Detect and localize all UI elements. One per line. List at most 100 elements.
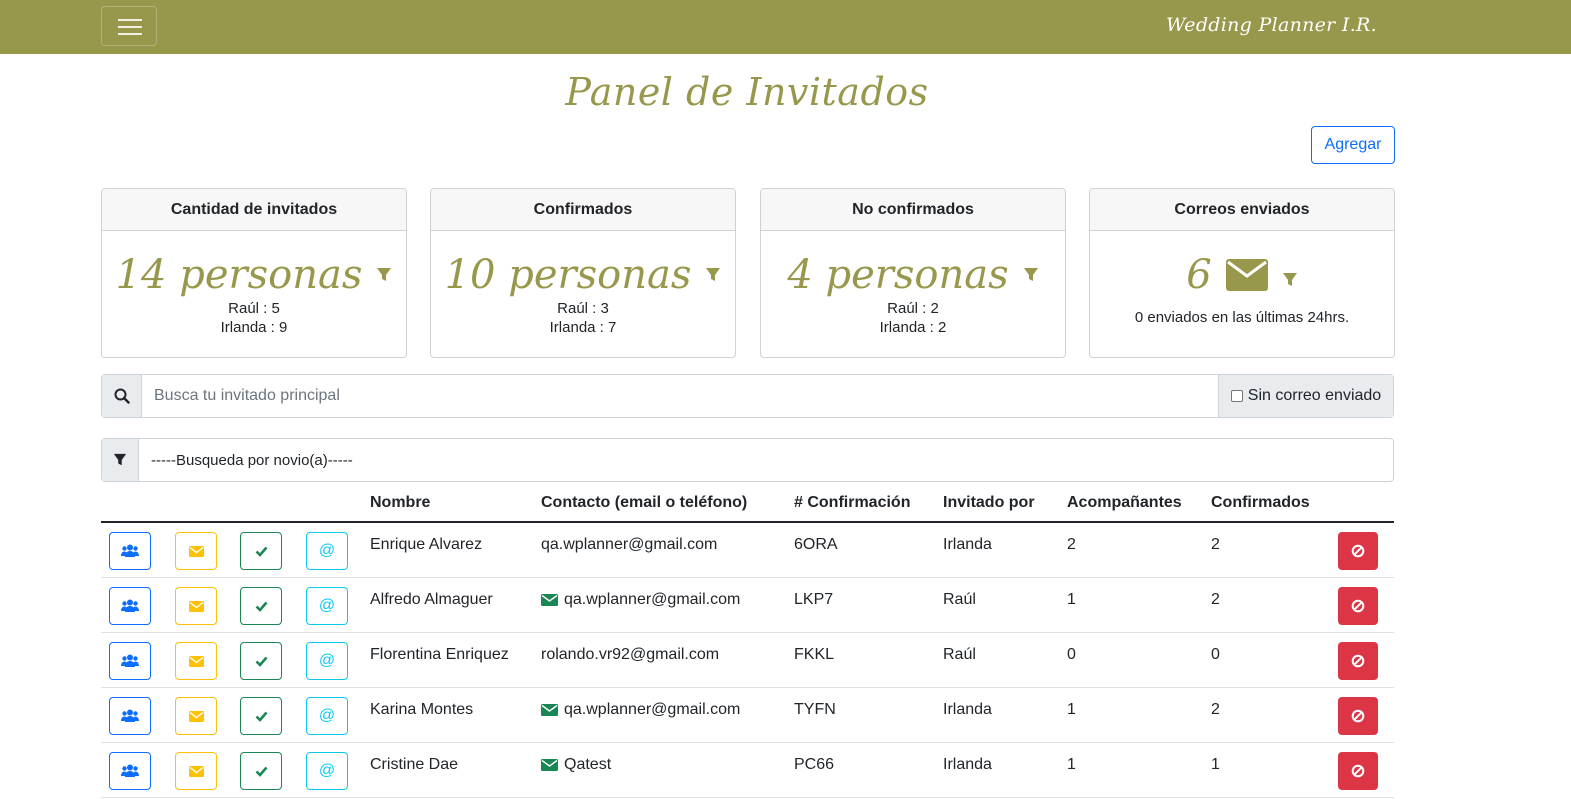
confirm-button[interactable] bbox=[240, 532, 282, 570]
card-emails-sent: Correos enviados 6 0 enviados en las últ… bbox=[1089, 188, 1395, 358]
companions-count: 1 bbox=[1067, 701, 1076, 718]
at-icon: @ bbox=[318, 542, 336, 559]
add-guest-button[interactable]: Agregar bbox=[1311, 126, 1395, 164]
send-invite-button[interactable] bbox=[175, 642, 217, 680]
check-icon bbox=[255, 546, 267, 557]
email-button[interactable]: @ bbox=[306, 697, 348, 735]
ban-icon bbox=[1351, 544, 1365, 558]
guest-name: Alfredo Almaguer bbox=[370, 591, 493, 608]
confirm-button[interactable] bbox=[240, 697, 282, 735]
confirmation-code: 6ORA bbox=[794, 536, 838, 553]
table-row: @ Florentina Enriquez rolando.vr92@gmail.c… bbox=[101, 633, 1394, 688]
confirmed-count: 0 bbox=[1211, 646, 1220, 663]
email-button[interactable]: @ bbox=[306, 752, 348, 790]
send-invite-button[interactable] bbox=[175, 752, 217, 790]
companions-button[interactable] bbox=[109, 752, 151, 790]
card-line: Raúl : 2 bbox=[887, 300, 939, 317]
card-header: No confirmados bbox=[761, 189, 1065, 231]
table-header: Nombre Contacto (email o teléfono) # Con… bbox=[101, 486, 1394, 523]
card-line: Raúl : 5 bbox=[228, 300, 280, 317]
ban-icon bbox=[1351, 709, 1365, 723]
guest-contact: qa.wplanner@gmail.com bbox=[541, 701, 740, 719]
table-row: @ Cristine Dae Qatest PC66 Irlanda 1 1 bbox=[101, 743, 1394, 798]
card-header: Confirmados bbox=[431, 189, 735, 231]
confirmation-code: FKKL bbox=[794, 646, 835, 663]
envelope-icon bbox=[188, 655, 204, 667]
delete-guest-button[interactable] bbox=[1338, 642, 1378, 680]
partner-select[interactable]: -----Busqueda por novio(a)----- bbox=[139, 439, 1393, 481]
card-value: 6 bbox=[1186, 252, 1212, 298]
card-header: Correos enviados bbox=[1090, 189, 1394, 231]
users-icon bbox=[121, 764, 139, 777]
menu-toggle-button[interactable] bbox=[101, 6, 157, 46]
email-sent-icon bbox=[541, 759, 558, 771]
card-line: Irlanda : 7 bbox=[549, 319, 617, 336]
guest-contact: qa.wplanner@gmail.com bbox=[541, 591, 740, 609]
no-email-label: Sin correo enviado bbox=[1247, 387, 1382, 404]
delete-guest-button[interactable] bbox=[1338, 697, 1378, 735]
column-header-confirmed: Confirmados bbox=[1211, 494, 1310, 511]
users-icon bbox=[121, 654, 139, 667]
invited-by: Irlanda bbox=[943, 756, 992, 773]
card-note: 0 enviados en las últimas 24hrs. bbox=[1134, 309, 1350, 326]
card-unconfirmed: No confirmados 4 personas Raúl : 2 Irlan… bbox=[760, 188, 1066, 358]
invited-by: Raúl bbox=[943, 646, 976, 663]
at-icon: @ bbox=[318, 652, 336, 669]
search-input[interactable] bbox=[154, 387, 1218, 405]
delete-guest-button[interactable] bbox=[1338, 587, 1378, 625]
card-value: 14 personas bbox=[115, 252, 363, 298]
no-email-checkbox[interactable] bbox=[1230, 390, 1243, 402]
email-button[interactable]: @ bbox=[306, 642, 348, 680]
send-invite-button[interactable] bbox=[175, 532, 217, 570]
email-button[interactable]: @ bbox=[306, 587, 348, 625]
confirmation-code: TYFN bbox=[794, 701, 836, 718]
filter-addon bbox=[102, 439, 139, 481]
filter-icon[interactable] bbox=[376, 267, 392, 283]
send-invite-button[interactable] bbox=[175, 697, 217, 735]
table-row: @ Enrique Alvarez qa.wplanner@gmail.com 6OR… bbox=[101, 523, 1394, 578]
column-header-name: Nombre bbox=[370, 494, 431, 511]
hamburger-icon bbox=[118, 19, 142, 21]
filter-icon bbox=[113, 453, 127, 466]
at-icon: @ bbox=[318, 762, 336, 779]
card-line: Raúl : 3 bbox=[557, 300, 609, 317]
filter-icon[interactable] bbox=[705, 267, 721, 283]
column-header-invited-by: Invitado por bbox=[943, 494, 1035, 511]
companions-button[interactable] bbox=[109, 697, 151, 735]
card-value: 4 personas bbox=[787, 252, 1009, 298]
companions-button[interactable] bbox=[109, 532, 151, 570]
confirmation-code: PC66 bbox=[794, 756, 835, 773]
card-total-guests: Cantidad de invitados 14 personas Raúl :… bbox=[101, 188, 407, 358]
card-confirmed: Confirmados 10 personas Raúl : 3 Irlanda… bbox=[430, 188, 736, 358]
confirm-button[interactable] bbox=[240, 642, 282, 680]
check-icon bbox=[255, 656, 267, 667]
email-button[interactable]: @ bbox=[306, 532, 348, 570]
ban-icon bbox=[1351, 654, 1365, 668]
confirm-button[interactable] bbox=[240, 752, 282, 790]
companions-button[interactable] bbox=[109, 642, 151, 680]
hamburger-icon-line bbox=[118, 33, 142, 35]
brand-logo[interactable]: Wedding Planner I.R. bbox=[1166, 14, 1377, 36]
companions-button[interactable] bbox=[109, 587, 151, 625]
send-invite-button[interactable] bbox=[175, 587, 217, 625]
guest-name: Cristine Dae bbox=[370, 756, 459, 773]
no-email-filter[interactable]: Sin correo enviado bbox=[1218, 375, 1393, 417]
envelope-icon bbox=[188, 765, 204, 777]
envelope-icon bbox=[188, 710, 204, 722]
users-icon bbox=[121, 599, 139, 612]
filter-icon[interactable] bbox=[1282, 272, 1298, 288]
invited-by: Irlanda bbox=[943, 701, 992, 718]
delete-guest-button[interactable] bbox=[1338, 752, 1378, 790]
confirm-button[interactable] bbox=[240, 587, 282, 625]
page-title: Panel de Invitados bbox=[565, 70, 929, 114]
confirmed-count: 2 bbox=[1211, 701, 1220, 718]
filter-icon[interactable] bbox=[1023, 267, 1039, 283]
card-line: Irlanda : 2 bbox=[879, 319, 947, 336]
companions-count: 1 bbox=[1067, 591, 1076, 608]
search-addon bbox=[102, 375, 142, 417]
invited-by: Irlanda bbox=[943, 536, 992, 553]
delete-guest-button[interactable] bbox=[1338, 532, 1378, 570]
contact-text: Qatest bbox=[564, 756, 612, 773]
contact-text: qa.wplanner@gmail.com bbox=[541, 536, 718, 553]
envelope-icon bbox=[1225, 259, 1268, 291]
